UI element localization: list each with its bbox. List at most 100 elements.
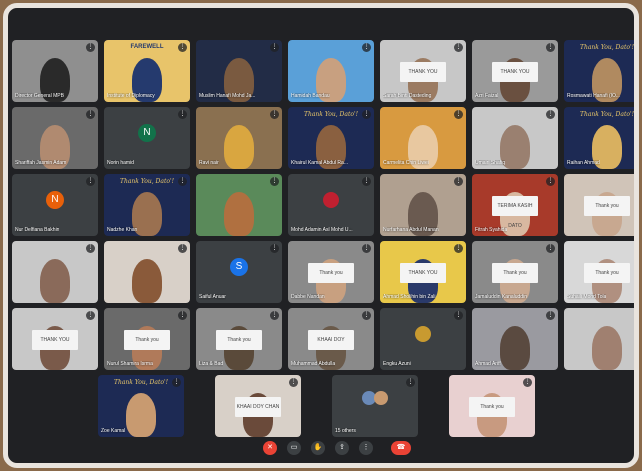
participant-tile[interactable]: ⋮ Nurfarhana Abdul Manan bbox=[380, 174, 466, 236]
participant-video bbox=[224, 125, 254, 169]
participant-tile[interactable]: TERIMA KASIH DATO ⋮ Fitrah Syahida bbox=[472, 174, 558, 236]
participant-name: Umairi Shafiq bbox=[475, 160, 506, 166]
meeting-toolbar: ✕ ▭ ✋ ⇪ ⋮ ☎ bbox=[8, 437, 634, 459]
muted-mic-icon: ⋮ bbox=[362, 110, 371, 119]
muted-mic-icon: ⋮ bbox=[638, 311, 639, 320]
muted-mic-icon: ⋮ bbox=[86, 43, 95, 52]
muted-mic-icon: ⋮ bbox=[546, 110, 555, 119]
muted-mic-icon: ⋮ bbox=[362, 311, 371, 320]
participant-tile[interactable]: ⋮ Shariffah Jasmin Adam bbox=[12, 107, 98, 169]
participant-tile[interactable]: ⋮ bbox=[104, 241, 190, 303]
muted-mic-icon: ⋮ bbox=[270, 177, 279, 186]
participant-name: Institute of Diplomacy bbox=[107, 93, 155, 99]
muted-mic-icon: ⋮ bbox=[86, 244, 95, 253]
participant-tile[interactable]: Thank You, Dato'!⋮ Raihan Ahmad bbox=[564, 107, 639, 169]
muted-mic-icon: ⋮ bbox=[546, 311, 555, 320]
participant-tile[interactable]: ⋮ Mohd Adamin Asl Mohd U... bbox=[288, 174, 374, 236]
participant-tile[interactable]: ⋮ Engku Azuni bbox=[380, 308, 466, 370]
participant-name: Nurfarhana Abdul Manan bbox=[383, 227, 439, 233]
participant-tile[interactable]: ⋮ Ravi nair bbox=[196, 107, 282, 169]
participant-tile[interactable]: ⋮ bbox=[196, 174, 282, 236]
participant-name: Ravi nair bbox=[199, 160, 219, 166]
participant-tile[interactable]: Thank You, Dato'! ⋮ Khairul Kamal Abdul Ra… bbox=[288, 107, 374, 169]
participant-tile[interactable]: THANK YOU ⋮ Ahmad Sholihin bin Zali bbox=[380, 241, 466, 303]
participant-tile[interactable]: ⋮ Muslim Hanafi Mohd Ja... bbox=[196, 40, 282, 102]
muted-mic-icon: ⋮ bbox=[454, 43, 463, 52]
camera-icon[interactable]: ▭ bbox=[287, 441, 301, 455]
muted-mic-icon: ⋮ bbox=[86, 177, 95, 186]
participant-tile[interactable]: Thank You, Dato'!⋮ Rosmawati Hanafi (IO..… bbox=[564, 40, 635, 102]
muted-mic-icon: ⋮ bbox=[289, 378, 298, 387]
participant-tile[interactable]: Thank you ⋮ Dabbe Nandan bbox=[288, 241, 374, 303]
tile-banner: Thank You, Dato'! bbox=[579, 44, 635, 51]
participant-video bbox=[126, 393, 156, 437]
muted-mic-icon: ⋮ bbox=[546, 177, 555, 186]
participant-tile[interactable]: Thank you ⋮ bbox=[564, 174, 634, 236]
muted-mic-icon: ⋮ bbox=[362, 43, 371, 52]
participant-name: Nur Delfiana Bakhin bbox=[15, 227, 60, 233]
held-sign: Thank you bbox=[584, 263, 630, 283]
participant-tile[interactable]: ⋮ Director General MPB bbox=[12, 40, 98, 102]
participant-name: Raihan Ahmad bbox=[567, 160, 600, 166]
participant-tile[interactable]: N ⋮ Nur Delfiana Bakhin bbox=[12, 174, 98, 236]
present-icon[interactable]: ⇪ bbox=[335, 441, 349, 455]
participant-tile[interactable]: Thank You, Dato'! ⋮ Nadzhe Khan bbox=[104, 174, 190, 236]
participant-tile[interactable]: THANK YOU ⋮ bbox=[12, 308, 98, 370]
participant-tile[interactable]: ⋮ bbox=[12, 241, 98, 303]
muted-mic-icon: ⋮ bbox=[178, 43, 187, 52]
participant-name: Norin hamid bbox=[107, 160, 134, 166]
participant-tile[interactable]: KHAAI DOY CHAN ⋮ bbox=[215, 375, 301, 437]
participant-video bbox=[500, 326, 530, 370]
more-options-icon[interactable]: ⋮ bbox=[359, 441, 373, 455]
participant-tile[interactable]: N ⋮ Norin hamid bbox=[104, 107, 190, 169]
participant-tile[interactable]: Thank you ⋮ Nurul Shamira Isrma bbox=[104, 308, 190, 370]
participant-name: Engku Azuni bbox=[383, 361, 411, 367]
held-sign: Thank you bbox=[124, 330, 170, 350]
held-sign: KHAAI DOY CHAN bbox=[235, 397, 281, 417]
participant-tile[interactable]: ⋮ Carmelita Chin Liwei bbox=[380, 107, 466, 169]
participant-name: Ahmad Sholihin bin Zali bbox=[383, 294, 436, 300]
participant-tile[interactable]: KHAAI DOY ⋮ Muhammad Abdulla bbox=[288, 308, 374, 370]
participant-tile[interactable]: THANK YOU ⋮ Azri Faizal bbox=[472, 40, 558, 102]
participant-tile[interactable]: THANK YOU ⋮ Sarah Binti Dasteding bbox=[380, 40, 466, 102]
participant-tile[interactable]: Thank you ⋮ Jamaluddin Kanaluddin bbox=[472, 241, 558, 303]
muted-mic-icon: ⋮ bbox=[178, 311, 187, 320]
muted-mic-icon: ⋮ bbox=[172, 378, 181, 387]
held-sign: KHAAI DOY bbox=[308, 330, 354, 350]
participant-tile[interactable]: ⋮ Umairi Shafiq bbox=[472, 107, 558, 169]
muted-mic-icon: ⋮ bbox=[454, 110, 463, 119]
participant-tile[interactable]: S ⋮ Saiful Anuar bbox=[196, 241, 282, 303]
participant-tile[interactable]: ⋮ bbox=[564, 308, 639, 370]
participant-tile[interactable]: Thank You, Dato'! ⋮ Zoe Kamal bbox=[98, 375, 184, 437]
participant-tile[interactable]: Thank you ⋮ Liza & Bad bbox=[196, 308, 282, 370]
others-avatar bbox=[374, 391, 388, 405]
end-call-icon[interactable]: ☎ bbox=[391, 441, 411, 455]
muted-mic-icon: ⋮ bbox=[454, 177, 463, 186]
participant-name: Mohd Adamin Asl Mohd U... bbox=[291, 227, 353, 233]
muted-mic-icon: ⋮ bbox=[546, 244, 555, 253]
held-sign: Thank you bbox=[492, 263, 538, 283]
muted-mic-icon: ⋮ bbox=[86, 110, 95, 119]
participant-video bbox=[224, 192, 254, 236]
muted-mic-icon: ⋮ bbox=[638, 110, 639, 119]
participant-video bbox=[323, 192, 339, 208]
muted-mic-icon: ⋮ bbox=[178, 244, 187, 253]
participant-name: Carmelita Chin Liwei bbox=[383, 160, 429, 166]
held-sign: Thank you bbox=[584, 196, 630, 216]
participant-name: Muslim Hanafi Mohd Ja... bbox=[199, 93, 256, 99]
participant-tile[interactable]: ⋮ Ahmad Ariff bbox=[472, 308, 558, 370]
participant-tile[interactable]: Thank you ⋮ bbox=[449, 375, 535, 437]
participant-video bbox=[40, 259, 70, 303]
raise-hand-icon[interactable]: ✋ bbox=[311, 441, 325, 455]
participant-tile[interactable]: Thank you ⋮ Suhaili Mohd Tola bbox=[564, 241, 634, 303]
participant-video bbox=[592, 326, 622, 370]
mic-off-icon[interactable]: ✕ bbox=[263, 441, 277, 455]
participant-tile[interactable]: ⋮ 15 others bbox=[332, 375, 418, 437]
participant-tile[interactable]: ⋮ Hamidah Bandau bbox=[288, 40, 374, 102]
participant-avatar: S bbox=[230, 258, 248, 277]
participant-name: Rosmawati Hanafi (IO... bbox=[567, 93, 621, 99]
participant-tile[interactable]: FAREWELL ⋮ Institute of Diplomacy bbox=[104, 40, 190, 102]
held-sign: THANK YOU bbox=[400, 263, 446, 283]
tile-banner: Thank You, Dato'! bbox=[579, 111, 635, 118]
participant-name: Suhaili Mohd Tola bbox=[567, 294, 607, 300]
